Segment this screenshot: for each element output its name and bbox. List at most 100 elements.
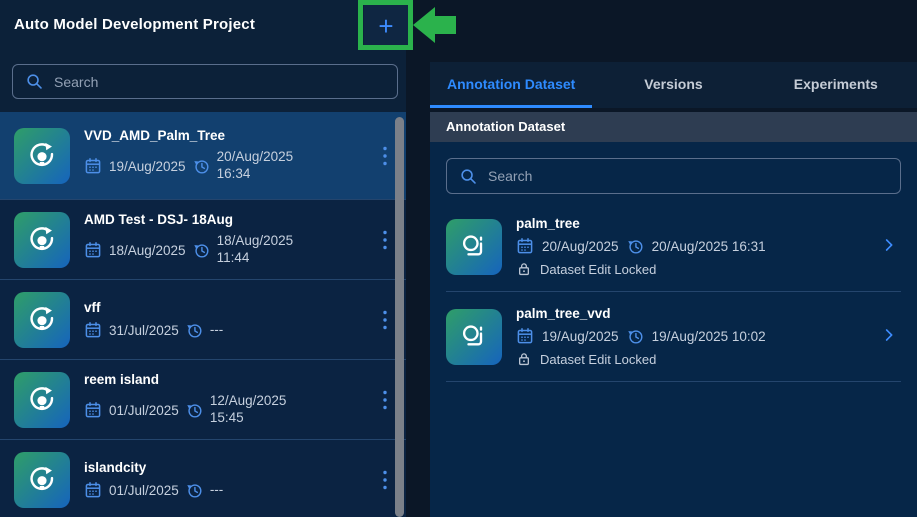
auto-model-cycle-icon xyxy=(25,463,59,497)
project-list-item[interactable]: VVD_AMD_Palm_Tree 19/Aug/2025 20/Aug/202… xyxy=(0,112,406,200)
dataset-name: palm_tree_vvd xyxy=(516,306,877,321)
calendar-icon xyxy=(84,157,102,175)
app-window: Auto Model Development Project + VVD_AMD… xyxy=(0,0,917,517)
dataset-created-date: 20/Aug/2025 xyxy=(542,239,619,254)
project-meta: 18/Aug/2025 18/Aug/2025 11:44 xyxy=(84,233,372,267)
dataset-info: palm_tree_vvd 19/Aug/2025 19/Aug/2025 10… xyxy=(516,306,877,367)
dataset-meta: 19/Aug/2025 19/Aug/2025 10:02 xyxy=(516,327,877,345)
dataset-open-chevron-button[interactable] xyxy=(877,323,901,350)
lock-icon xyxy=(516,351,532,367)
project-list: VVD_AMD_Palm_Tree 19/Aug/2025 20/Aug/202… xyxy=(0,112,406,517)
project-meta: 31/Jul/2025 --- xyxy=(84,321,372,339)
tab-bar: Annotation Dataset Versions Experiments xyxy=(430,62,917,108)
kebab-icon xyxy=(383,310,387,330)
annotation-dataset-icon xyxy=(457,230,491,264)
last-modified-clock-icon xyxy=(193,242,210,259)
project-name: vff xyxy=(84,300,372,315)
calendar-icon xyxy=(84,321,102,339)
dataset-info: palm_tree 20/Aug/2025 20/Aug/2025 16:31 … xyxy=(516,216,877,277)
project-name: islandcity xyxy=(84,460,372,475)
project-list-item[interactable]: vff 31/Jul/2025 --- xyxy=(0,280,406,360)
project-list-item[interactable]: islandcity 01/Jul/2025 --- xyxy=(0,440,406,517)
dataset-tile-icon xyxy=(446,219,502,275)
last-modified-clock-icon xyxy=(627,328,644,345)
dataset-list: palm_tree 20/Aug/2025 20/Aug/2025 16:31 … xyxy=(446,202,901,382)
search-icon xyxy=(25,72,44,91)
dataset-lock-row: Dataset Edit Locked xyxy=(516,261,877,277)
calendar-icon xyxy=(84,241,102,259)
dataset-name: palm_tree xyxy=(516,216,877,231)
kebab-icon xyxy=(383,390,387,410)
dataset-meta: 20/Aug/2025 20/Aug/2025 16:31 xyxy=(516,237,877,255)
tab-versions[interactable]: Versions xyxy=(592,62,754,108)
project-search-input[interactable] xyxy=(54,74,385,90)
annotation-dataset-icon xyxy=(457,320,491,354)
project-tile-icon xyxy=(14,452,70,508)
last-modified-clock-icon xyxy=(193,158,210,175)
project-meta: 19/Aug/2025 20/Aug/2025 16:34 xyxy=(84,149,372,183)
dataset-lock-status: Dataset Edit Locked xyxy=(540,262,656,277)
calendar-icon xyxy=(516,327,534,345)
section-subheader: Annotation Dataset xyxy=(430,112,917,142)
project-created-date: 18/Aug/2025 xyxy=(109,243,186,258)
panel-title: Auto Model Development Project xyxy=(14,16,255,33)
search-icon xyxy=(459,167,478,186)
project-list-item[interactable]: reem island 01/Jul/2025 12/Aug/2025 15:4… xyxy=(0,360,406,440)
project-list-panel: Auto Model Development Project + VVD_AMD… xyxy=(0,0,406,517)
last-modified-clock-icon xyxy=(627,238,644,255)
dataset-modified-date: 20/Aug/2025 16:31 xyxy=(652,239,766,254)
project-created-date: 01/Jul/2025 xyxy=(109,403,179,418)
project-name: AMD Test - DSJ- 18Aug xyxy=(84,212,372,227)
dataset-content-area: palm_tree 20/Aug/2025 20/Aug/2025 16:31 … xyxy=(430,142,917,517)
project-search-box xyxy=(12,64,398,99)
last-modified-clock-icon xyxy=(186,322,203,339)
project-tile-icon xyxy=(14,292,70,348)
last-modified-clock-icon xyxy=(186,482,203,499)
dataset-lock-row: Dataset Edit Locked xyxy=(516,351,877,367)
dataset-lock-status: Dataset Edit Locked xyxy=(540,352,656,367)
tab-experiments[interactable]: Experiments xyxy=(755,62,917,108)
project-meta: 01/Jul/2025 --- xyxy=(84,481,372,499)
dataset-open-chevron-button[interactable] xyxy=(877,233,901,260)
project-info: AMD Test - DSJ- 18Aug 18/Aug/2025 18/Aug… xyxy=(84,212,372,267)
project-meta: 01/Jul/2025 12/Aug/2025 15:45 xyxy=(84,393,372,427)
project-modified-date: --- xyxy=(210,482,224,499)
project-modified-date: --- xyxy=(210,322,224,339)
dataset-search-box xyxy=(446,158,901,194)
calendar-icon xyxy=(84,481,102,499)
last-modified-clock-icon xyxy=(186,402,203,419)
project-tile-icon xyxy=(14,212,70,268)
calendar-icon xyxy=(84,401,102,419)
project-list-scrollbar[interactable] xyxy=(395,117,404,517)
project-name: VVD_AMD_Palm_Tree xyxy=(84,128,372,143)
project-name: reem island xyxy=(84,372,372,387)
project-info: VVD_AMD_Palm_Tree 19/Aug/2025 20/Aug/202… xyxy=(84,128,372,183)
project-modified-date: 12/Aug/2025 15:45 xyxy=(210,393,302,427)
project-created-date: 19/Aug/2025 xyxy=(109,159,186,174)
auto-model-cycle-icon xyxy=(25,303,59,337)
project-info: islandcity 01/Jul/2025 --- xyxy=(84,460,372,499)
dataset-list-item[interactable]: palm_tree_vvd 19/Aug/2025 19/Aug/2025 10… xyxy=(446,292,901,382)
project-modified-date: 20/Aug/2025 16:34 xyxy=(217,149,309,183)
calendar-icon xyxy=(516,237,534,255)
auto-model-cycle-icon xyxy=(25,139,59,173)
dataset-list-item[interactable]: palm_tree 20/Aug/2025 20/Aug/2025 16:31 … xyxy=(446,202,901,292)
kebab-icon xyxy=(383,230,387,250)
add-project-button[interactable]: + xyxy=(364,4,408,47)
tab-annotation-dataset[interactable]: Annotation Dataset xyxy=(430,62,592,108)
dataset-modified-date: 19/Aug/2025 10:02 xyxy=(652,329,766,344)
project-info: reem island 01/Jul/2025 12/Aug/2025 15:4… xyxy=(84,372,372,427)
project-created-date: 01/Jul/2025 xyxy=(109,483,179,498)
project-tile-icon xyxy=(14,128,70,184)
chevron-right-icon xyxy=(881,237,897,253)
chevron-right-icon xyxy=(881,327,897,343)
detail-panel: Annotation Dataset Versions Experiments … xyxy=(430,0,917,517)
dataset-tile-icon xyxy=(446,309,502,365)
lock-icon xyxy=(516,261,532,277)
kebab-icon xyxy=(383,470,387,490)
dataset-search-input[interactable] xyxy=(488,168,888,184)
project-created-date: 31/Jul/2025 xyxy=(109,323,179,338)
auto-model-cycle-icon xyxy=(25,383,59,417)
project-list-item[interactable]: AMD Test - DSJ- 18Aug 18/Aug/2025 18/Aug… xyxy=(0,200,406,280)
dataset-created-date: 19/Aug/2025 xyxy=(542,329,619,344)
